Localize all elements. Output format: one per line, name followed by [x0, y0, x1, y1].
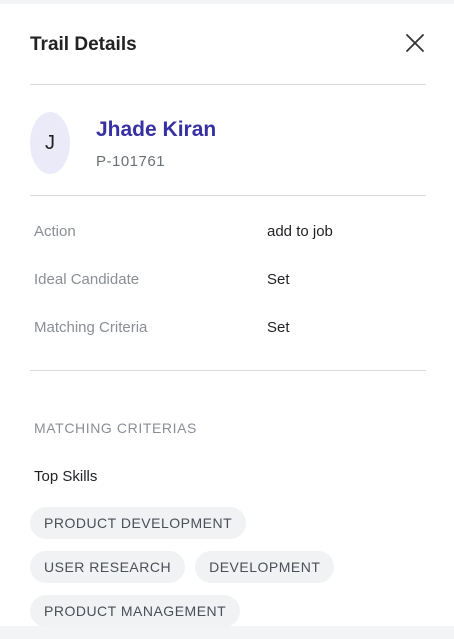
close-icon[interactable] [404, 32, 426, 54]
detail-value-action: add to job [267, 223, 333, 240]
detail-value-matching-criteria: Set [267, 319, 290, 336]
skill-chip: PRODUCT DEVELOPMENT [30, 507, 247, 539]
panel-header: Trail Details [30, 26, 426, 66]
skill-chip: PRODUCT MANAGEMENT [30, 595, 241, 627]
top-skills-label: Top Skills [34, 468, 98, 485]
header-divider [30, 84, 426, 85]
detail-label-action: Action [34, 223, 76, 240]
detail-label-matching-criteria: Matching Criteria [34, 319, 148, 336]
candidate-id: P-101761 [96, 153, 166, 170]
trail-details-panel: Trail Details J Jhade Kiran P-101761 Act… [0, 4, 454, 627]
skill-chip: DEVELOPMENT [195, 551, 335, 583]
avatar: J [30, 112, 70, 174]
matching-criterias-heading: MATCHING CRITERIAS [34, 420, 197, 436]
profile-divider [30, 195, 426, 196]
skill-chip: USER RESEARCH [30, 551, 186, 583]
detail-value-ideal-candidate: Set [267, 271, 290, 288]
details-divider [30, 370, 426, 371]
panel-title: Trail Details [30, 34, 137, 55]
candidate-name-link[interactable]: Jhade Kiran [96, 118, 216, 142]
detail-label-ideal-candidate: Ideal Candidate [34, 271, 140, 288]
skills-chip-list: PRODUCT DEVELOPMENT USER RESEARCH DEVELO… [30, 507, 410, 639]
